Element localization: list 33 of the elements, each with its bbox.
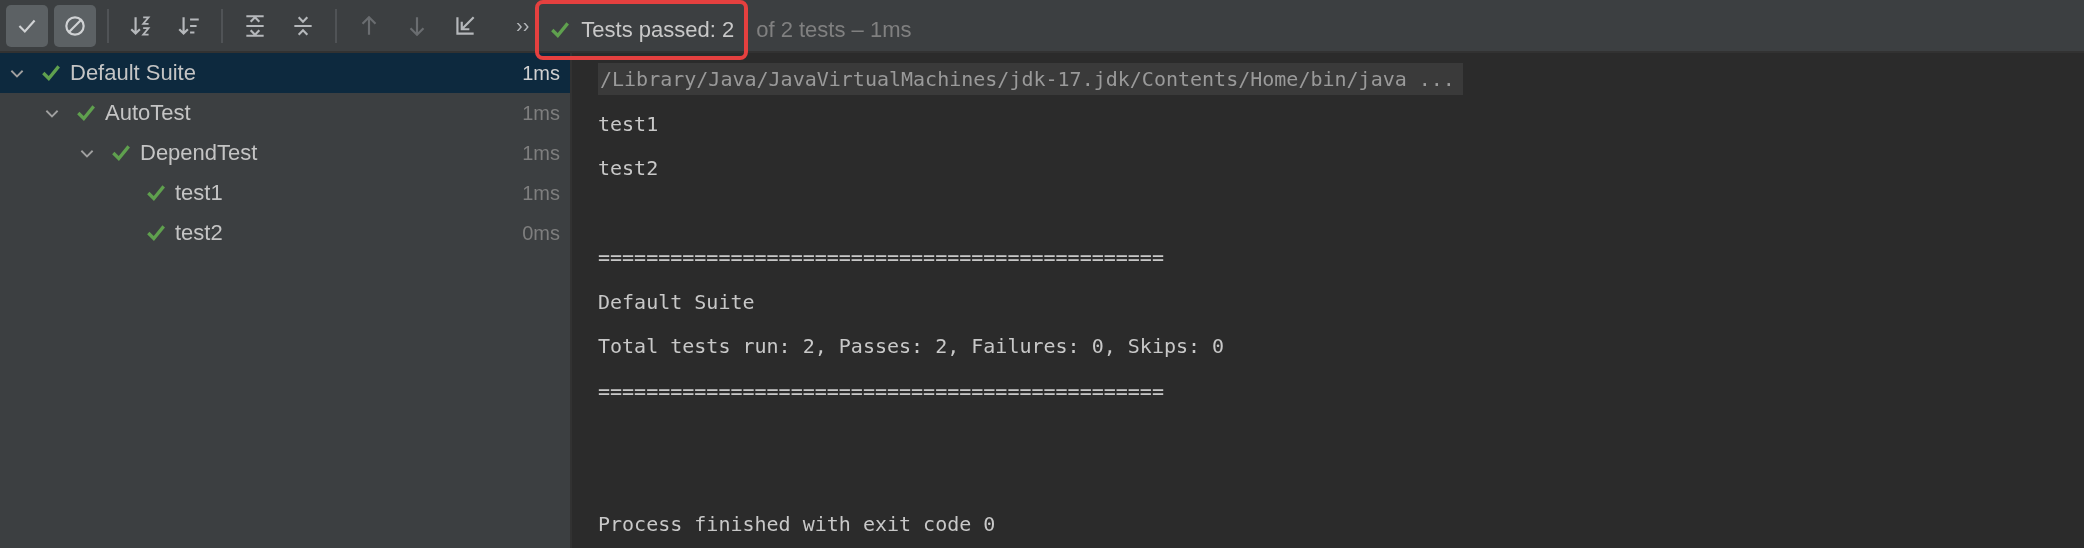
test-name: test1 [175, 180, 224, 206]
test-duration: 1ms [522, 101, 560, 125]
check-icon [75, 102, 97, 124]
check-icon [549, 19, 572, 41]
tree-row[interactable]: DependTest 1ms [0, 133, 570, 173]
test-duration: 1ms [522, 141, 560, 165]
test-duration: 1ms [522, 61, 560, 85]
console-output: test2 [598, 156, 659, 181]
tree-row[interactable]: test1 1ms [0, 173, 570, 213]
tests-summary-label: of 2 tests – 1ms [756, 17, 912, 43]
test-name: AutoTest [105, 100, 192, 126]
check-icon [145, 222, 167, 244]
test-name: test2 [175, 220, 224, 246]
console-output: Total tests run: 2, Passes: 2, Failures: 0, Skips: 0 [598, 334, 1225, 359]
test-duration: 0ms [522, 221, 560, 245]
check-button[interactable] [6, 4, 48, 47]
tests-passed-label: Tests passed: 2 [581, 17, 735, 43]
prohibited-button[interactable] [54, 4, 96, 47]
check-icon [110, 142, 132, 164]
console-output: =============================================== [598, 378, 1164, 403]
more-chevron[interactable]: ›› [516, 14, 530, 37]
console-output: Process finished with exit code 0 [598, 512, 996, 537]
tree-row[interactable]: AutoTest 1ms [0, 93, 570, 133]
tree-row[interactable]: test2 0ms [0, 213, 570, 253]
tree-row[interactable]: Default Suite 1ms [0, 53, 570, 93]
check-icon [40, 62, 62, 84]
check-icon [145, 182, 167, 204]
console-output: test1 [598, 111, 659, 136]
test-name: DependTest [140, 140, 259, 166]
test-name: Default Suite [70, 60, 197, 86]
console-output: =============================================== [598, 245, 1164, 270]
test-duration: 1ms [522, 181, 560, 205]
console-output: Default Suite [598, 289, 755, 314]
